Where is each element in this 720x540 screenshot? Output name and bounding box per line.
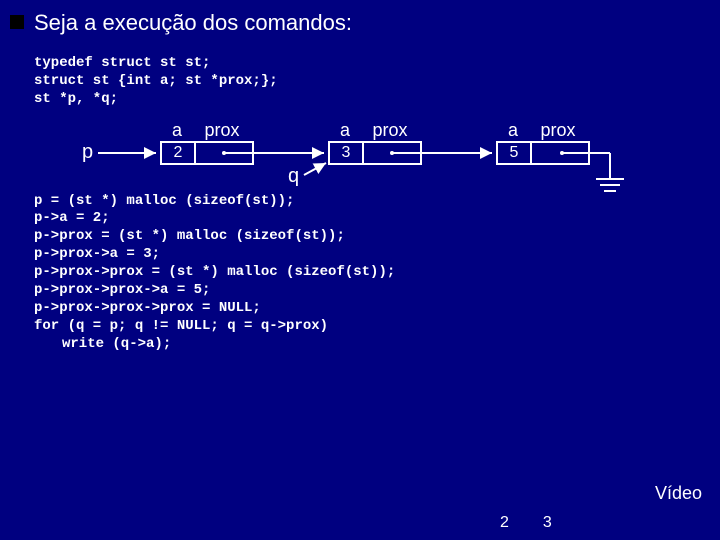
pointer-p-label: p — [82, 141, 93, 164]
col-prox-label: prox — [530, 120, 586, 141]
code-line: st *p, *q; — [34, 90, 720, 108]
output-values: 2 3 — [500, 514, 552, 532]
output-2: 3 — [543, 514, 552, 532]
col-a-label: a — [328, 120, 362, 141]
video-label: Vídeo — [655, 483, 702, 504]
code-line: struct st {int a; st *prox;}; — [34, 72, 720, 90]
col-prox-label: prox — [362, 120, 418, 141]
linked-list-diagram: p q a prox 2 a prox 3 a prox 5 — [0, 115, 720, 195]
col-prox-label: prox — [194, 120, 250, 141]
bullet-icon — [10, 15, 24, 29]
node-3-prox — [532, 143, 588, 163]
pointer-q-label: q — [288, 165, 299, 188]
code-line: typedef struct st st; — [34, 54, 720, 72]
node-3-value: 5 — [498, 143, 532, 163]
slide-title: Seja a execução dos comandos: — [34, 10, 352, 36]
node-1-prox — [196, 143, 252, 163]
code-line: for (q = p; q != NULL; q = q->prox) — [34, 318, 720, 336]
node-2-prox — [364, 143, 420, 163]
code-line: p->a = 2; — [34, 210, 720, 228]
output-1: 2 — [500, 514, 509, 532]
code-block-typedef: typedef struct st st; struct st {int a; … — [0, 36, 720, 109]
title-row: Seja a execução dos comandos: — [0, 0, 720, 36]
code-line: p->prox->prox->prox = NULL; — [34, 300, 720, 318]
node-2: a prox 3 — [328, 120, 422, 165]
node-3: a prox 5 — [496, 120, 590, 165]
col-a-label: a — [496, 120, 530, 141]
code-line: p->prox->prox->a = 5; — [34, 282, 720, 300]
node-1: a prox 2 — [160, 120, 254, 165]
code-line: write (q->a); — [34, 336, 720, 354]
code-line: p = (st *) malloc (sizeof(st)); — [34, 193, 720, 211]
code-block-exec: p = (st *) malloc (sizeof(st)); p->a = 2… — [0, 193, 720, 354]
node-2-value: 3 — [330, 143, 364, 163]
code-line: p->prox = (st *) malloc (sizeof(st)); — [34, 228, 720, 246]
node-1-value: 2 — [162, 143, 196, 163]
code-line: p->prox->a = 3; — [34, 246, 720, 264]
code-line: p->prox->prox = (st *) malloc (sizeof(st… — [34, 264, 720, 282]
col-a-label: a — [160, 120, 194, 141]
